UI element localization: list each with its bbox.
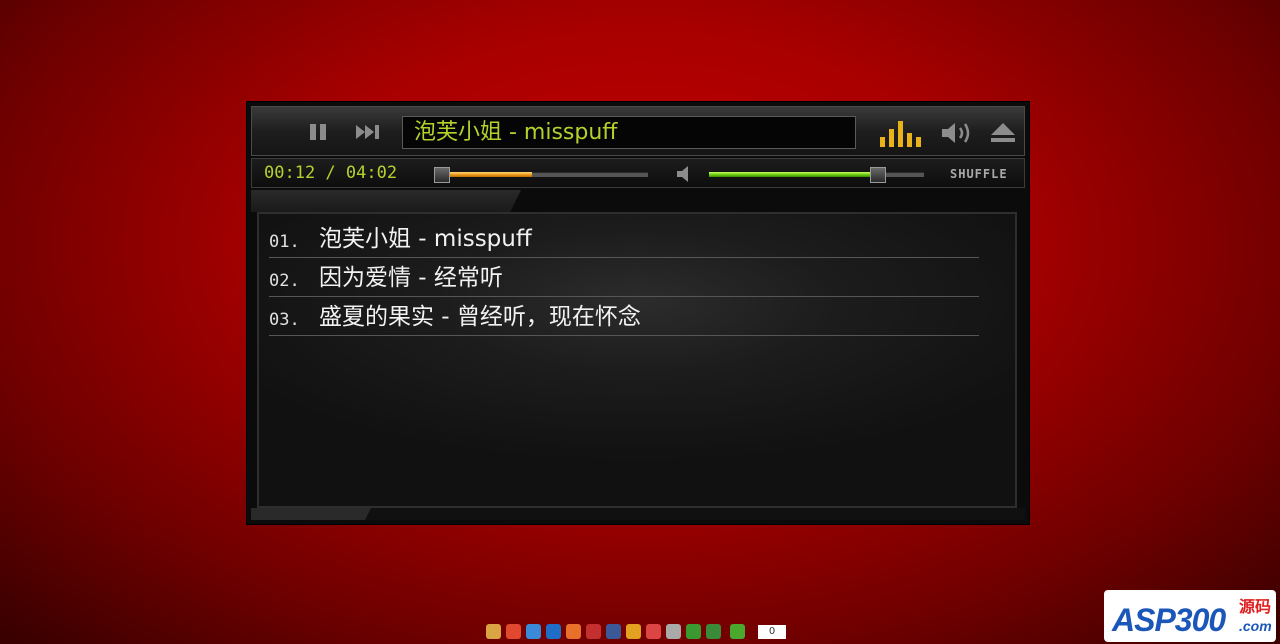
now-playing-title: 泡芙小姐 - misspuff — [402, 116, 856, 149]
share-icon[interactable] — [486, 624, 501, 639]
player-footer — [251, 508, 1025, 520]
next-track-icon[interactable] — [356, 123, 384, 141]
progress-slider[interactable] — [434, 167, 648, 183]
playlist-item[interactable]: 02. 因为爱情 - 经常听 — [269, 259, 979, 297]
time-readout: 00:12 / 04:02 — [264, 163, 398, 183]
qzone-icon[interactable] — [526, 624, 541, 639]
douban-icon[interactable] — [706, 624, 721, 639]
playlist-item[interactable]: 01. 泡芙小姐 - misspuff — [269, 220, 979, 258]
progress-handle[interactable] — [434, 167, 450, 183]
volume-fill — [709, 172, 871, 177]
player-toolbar: 泡芙小姐 - misspuff — [251, 106, 1025, 156]
mute-speaker-icon[interactable] — [676, 166, 692, 182]
more-share-icon[interactable] — [730, 624, 745, 639]
pause-icon — [310, 124, 316, 140]
logo-text: ASP300 — [1112, 602, 1226, 638]
music-player: 泡芙小姐 - misspuff 00:12 / 04:02 SHUFFLE 01… — [247, 102, 1029, 524]
transport-bar: 00:12 / 04:02 SHUFFLE — [251, 158, 1025, 188]
weibo-icon[interactable] — [506, 624, 521, 639]
track-number: 03. — [269, 310, 300, 330]
site-logo[interactable]: ASP300 源码 .com — [1104, 590, 1276, 642]
track-title: 泡芙小姐 - misspuff — [319, 226, 532, 252]
track-number: 01. — [269, 232, 300, 252]
playlist-tab-strip — [251, 190, 1025, 212]
eject-icon[interactable] — [990, 121, 1016, 145]
share-count: 0 — [758, 625, 786, 639]
track-title: 因为爱情 - 经常听 — [319, 265, 503, 291]
volume-icon[interactable] — [940, 121, 974, 145]
renren-icon[interactable] — [546, 624, 561, 639]
bookmark-icon[interactable] — [626, 624, 641, 639]
pause-button[interactable] — [310, 124, 332, 140]
playlist: 01. 泡芙小姐 - misspuff 02. 因为爱情 - 经常听 03. 盛… — [257, 212, 1017, 508]
clover-icon[interactable] — [686, 624, 701, 639]
track-number: 02. — [269, 271, 300, 291]
shuffle-button[interactable]: SHUFFLE — [950, 167, 1008, 181]
track-title: 盛夏的果实 - 曾经听，现在怀念 — [319, 304, 641, 330]
logo-domain-text: .com — [1239, 618, 1272, 634]
playlist-item[interactable]: 03. 盛夏的果实 - 曾经听，现在怀念 — [269, 298, 979, 336]
logo-zh-text: 源码 — [1239, 597, 1272, 616]
tencent-icon[interactable] — [566, 624, 581, 639]
email-icon[interactable] — [646, 624, 661, 639]
volume-handle[interactable] — [870, 167, 887, 183]
facebook-icon[interactable] — [606, 624, 621, 639]
volume-slider[interactable] — [709, 167, 924, 183]
equalizer-icon[interactable] — [880, 121, 922, 147]
kaixin-icon[interactable] — [586, 624, 601, 639]
print-icon[interactable] — [666, 624, 681, 639]
